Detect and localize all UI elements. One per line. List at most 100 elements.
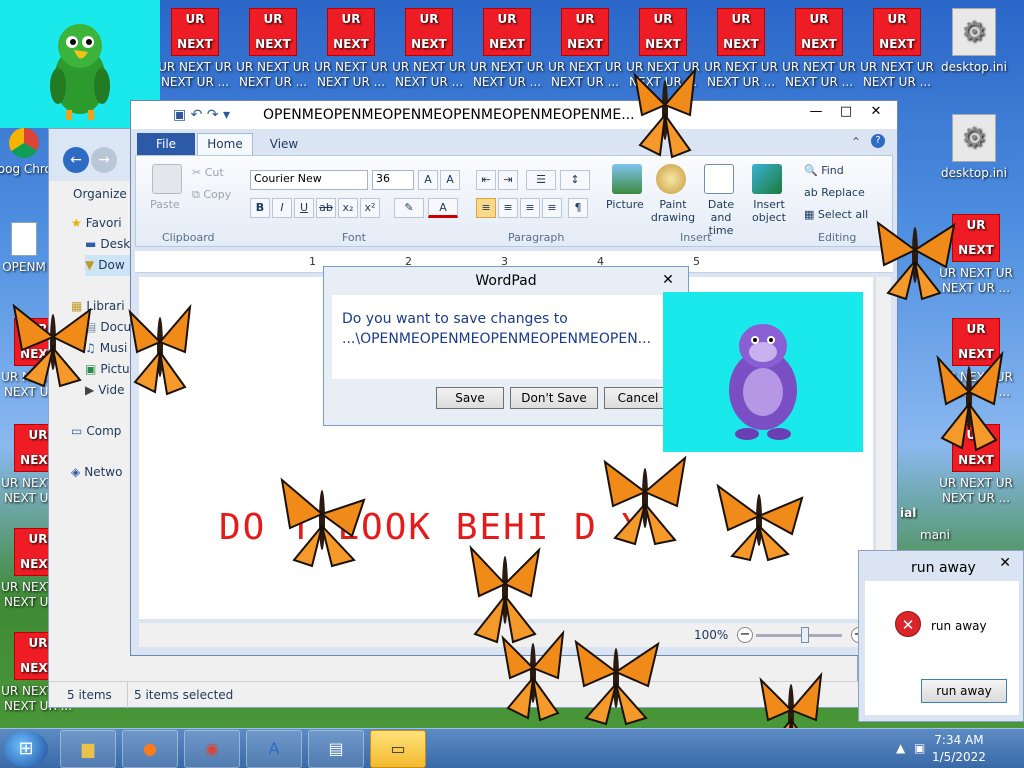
purple-gorilla-icon xyxy=(729,324,797,440)
ribbon-collapse-icon[interactable]: ⌃ xyxy=(851,135,861,149)
insert-picture-button[interactable]: Picture xyxy=(606,198,644,211)
minimize-button[interactable]: — xyxy=(801,104,831,124)
tab-home[interactable]: Home xyxy=(197,133,253,155)
shrink-font-button[interactable]: A xyxy=(440,170,460,190)
tab-view[interactable]: View xyxy=(259,133,309,155)
subscript-button[interactable]: x₂ xyxy=(338,198,358,218)
taskbar-app[interactable]: ▤ xyxy=(308,730,364,768)
run-away-window[interactable]: run away ✕ ✕ run away run away xyxy=(858,550,1024,722)
zoom-slider[interactable] xyxy=(756,634,842,637)
taskbar-firefox[interactable]: ● xyxy=(122,730,178,768)
taskbar-file-explorer[interactable]: ▆ xyxy=(60,730,116,768)
butterfly-icon xyxy=(280,477,366,568)
desktop-icon-ur-next[interactable]: URNEXTUR NEXT URNEXT UR ... xyxy=(703,8,779,90)
superscript-button[interactable]: x² xyxy=(360,198,380,218)
increase-indent-button[interactable]: ⇥ xyxy=(498,170,518,190)
highlight-color-button[interactable]: ✎ xyxy=(394,198,424,218)
bullet-list-button[interactable]: ☰ xyxy=(526,170,556,190)
maximize-button[interactable]: □ xyxy=(831,104,861,124)
strikethrough-button[interactable]: ab xyxy=(316,198,336,218)
zoom-slider-thumb[interactable] xyxy=(801,627,809,643)
desktop-icon-ur-next[interactable]: URNEXTUR NEXT URNEXT UR ... xyxy=(235,8,311,90)
wordpad-title-bar[interactable]: ▣ ↶ ↷ ▾ OPENMEOPENMEOPENMEOPENMEOPENMEOP… xyxy=(131,101,897,129)
run-away-close-button[interactable]: ✕ xyxy=(999,555,1011,571)
cancel-button[interactable]: Cancel xyxy=(604,387,672,409)
forward-arrow-icon[interactable]: → xyxy=(91,147,117,173)
replace-button[interactable]: ab Replace xyxy=(804,186,865,199)
desktop-icon-ur-next[interactable]: URNEXTUR NEXT URNEXT UR ... xyxy=(313,8,389,90)
align-center-button[interactable]: ≡ xyxy=(498,198,518,218)
font-size-select[interactable]: 36 xyxy=(372,170,414,190)
selected-count: 5 items selected xyxy=(127,682,233,708)
taskbar-chrome[interactable]: ◉ xyxy=(184,730,240,768)
desktop-icon-ur-next[interactable]: URNEXTUR NEXT URNEXT UR ... xyxy=(547,8,623,90)
dialog-close-button[interactable]: ✕ xyxy=(656,269,680,291)
save-changes-dialog[interactable]: WordPad ✕ Do you want to save changes to… xyxy=(323,266,689,426)
desktop-icon-ur-next[interactable]: URNEXTUR NEXT URNEXT UR ... xyxy=(781,8,857,90)
document-icon xyxy=(11,222,37,256)
paint-drawing-icon[interactable] xyxy=(656,164,686,194)
bold-button[interactable]: B xyxy=(250,198,270,218)
desktop-icon-ur-next[interactable]: URNEXTUR NEXT URNEXT UR ... xyxy=(469,8,545,90)
butterfly-icon xyxy=(12,303,92,388)
calendar-icon[interactable] xyxy=(704,164,734,194)
italic-button[interactable]: I xyxy=(272,198,292,218)
firefox-icon: ● xyxy=(143,739,157,758)
desktop-icon-ur-next[interactable]: URNEXTUR NEXT URNEXT UR ... xyxy=(859,8,935,90)
system-clock[interactable]: 7:34 AM 1/5/2022 xyxy=(932,732,986,766)
quick-access-toolbar[interactable]: ▣ ↶ ↷ ▾ xyxy=(173,107,230,123)
desktop-icon-ur-next[interactable]: URNEXTUR NEXT URNEXT UR ... xyxy=(391,8,467,90)
paste-icon[interactable] xyxy=(152,164,182,194)
desktop-partial-label: ial xyxy=(900,506,917,520)
gear-icon: ⚙ xyxy=(952,114,996,162)
run-away-title: run away xyxy=(911,560,976,576)
taskbar-explorer-active[interactable]: ▭ xyxy=(370,730,426,768)
run-away-button[interactable]: run away xyxy=(921,679,1007,703)
cut-button[interactable]: ✂ Cut xyxy=(192,166,224,179)
paragraph-settings-button[interactable]: ¶ xyxy=(568,198,588,218)
paint-drawing-button[interactable]: Paint drawing xyxy=(650,198,696,224)
insert-object-button[interactable]: Insert object xyxy=(746,198,792,224)
dialog-message: Do you want to save changes to ...\OPENM… xyxy=(342,311,652,347)
font-family-select[interactable]: Courier New xyxy=(250,170,368,190)
window-icon: ▤ xyxy=(328,739,344,758)
taskbar-wordpad[interactable]: A xyxy=(246,730,302,768)
justify-button[interactable]: ≡ xyxy=(542,198,562,218)
insert-object-icon[interactable] xyxy=(752,164,782,194)
help-icon[interactable]: ? xyxy=(871,134,885,148)
organize-menu[interactable]: Organize ▾ xyxy=(73,187,137,201)
insert-group-label: Insert xyxy=(680,231,712,244)
line-spacing-button[interactable]: ↕ xyxy=(560,170,590,190)
select-all-button[interactable]: ▦ Select all xyxy=(804,208,868,221)
butterfly-icon xyxy=(128,303,192,396)
start-button[interactable]: ⊞ xyxy=(4,731,48,767)
paste-button[interactable]: Paste xyxy=(150,198,180,211)
save-button[interactable]: Save xyxy=(436,387,504,409)
close-button[interactable]: ✕ xyxy=(861,104,891,124)
decrease-indent-button[interactable]: ⇤ xyxy=(476,170,496,190)
sidebar-item-computer[interactable]: ▭ Comp xyxy=(71,421,137,442)
dont-save-button[interactable]: Don't Save xyxy=(510,387,598,409)
network-icon: ◈ xyxy=(71,465,81,479)
picture-icon[interactable] xyxy=(612,164,642,194)
align-right-button[interactable]: ≡ xyxy=(520,198,540,218)
show-hidden-icons[interactable]: ▲ xyxy=(896,741,905,755)
copy-button[interactable]: ⧉ Copy xyxy=(192,188,231,202)
tab-file[interactable]: File xyxy=(137,133,195,155)
computer-icon: ▭ xyxy=(71,424,83,438)
desktop-icon-ur-next[interactable]: URNEXTUR NEXT URNEXT UR ... xyxy=(157,8,233,90)
align-left-button[interactable]: ≡ xyxy=(476,198,496,218)
network-tray-icon[interactable]: ▣ xyxy=(914,741,925,755)
bonzi-character xyxy=(663,292,863,452)
sidebar-item-network[interactable]: ◈ Netwo xyxy=(71,462,137,483)
desktop-icon-ini[interactable]: ⚙ desktop.ini xyxy=(936,8,1012,75)
sidebar-item-favorites[interactable]: ★ Favori xyxy=(71,213,137,234)
find-button[interactable]: 🔍 Find xyxy=(804,164,844,177)
grow-font-button[interactable]: A xyxy=(418,170,438,190)
underline-button[interactable]: U xyxy=(294,198,314,218)
back-arrow-icon[interactable]: ← xyxy=(63,147,89,173)
desktop-icon-ini[interactable]: ⚙ desktop.ini xyxy=(936,114,1012,181)
zoom-out-button[interactable]: − xyxy=(737,627,753,643)
font-color-button[interactable]: A xyxy=(428,198,458,218)
folder-icon: ▆ xyxy=(81,739,95,758)
